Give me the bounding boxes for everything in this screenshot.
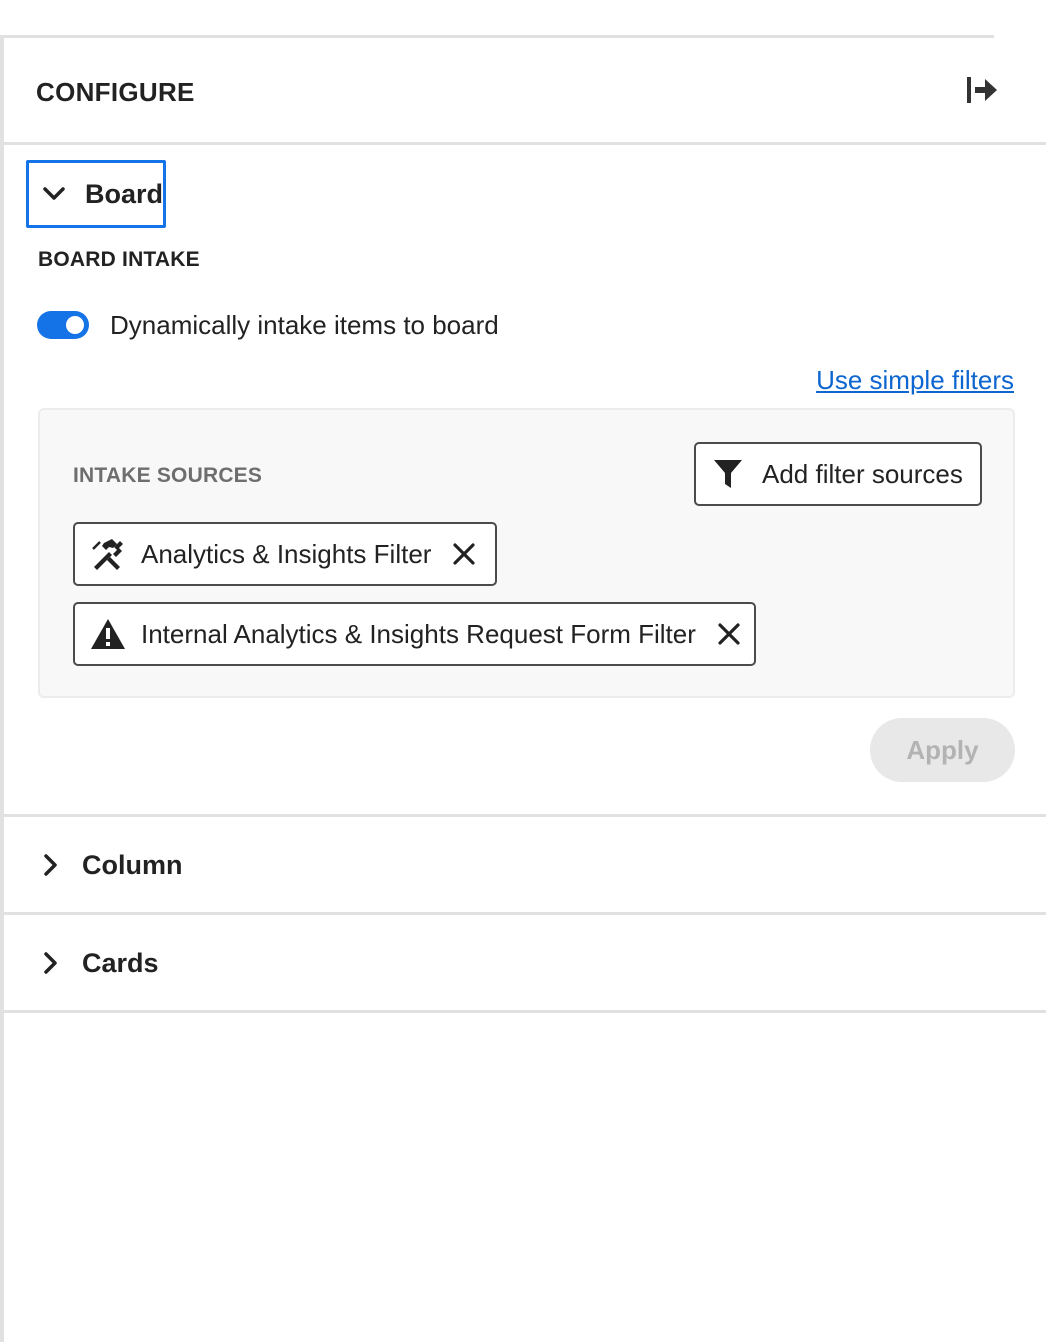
remove-filter-close-icon[interactable] xyxy=(714,619,744,649)
switch-knob xyxy=(66,316,84,334)
panel-header: CONFIGURE xyxy=(4,35,1046,145)
add-filter-sources-label: Add filter sources xyxy=(762,458,963,489)
chevron-right-icon xyxy=(40,950,62,976)
board-section: Board BOARD INTAKE Dynamically intake it… xyxy=(4,145,1046,817)
filter-chip: Analytics & Insights Filter xyxy=(73,522,497,586)
add-filter-sources-button[interactable]: Add filter sources xyxy=(694,442,982,506)
collapse-right-icon xyxy=(965,75,999,110)
chevron-down-icon xyxy=(41,181,67,207)
column-accordion-toggle[interactable]: Column xyxy=(4,817,1046,915)
filter-chip: Internal Analytics & Insights Request Fo… xyxy=(73,602,756,666)
intake-sources-box: INTAKE SOURCES Add filter sources Analyt… xyxy=(38,408,1015,698)
board-accordion-toggle[interactable]: Board xyxy=(26,160,166,228)
chevron-right-icon xyxy=(40,852,62,878)
column-accordion-label: Column xyxy=(82,850,183,880)
funnel-icon xyxy=(712,458,744,490)
dynamic-intake-label: Dynamically intake items to board xyxy=(110,310,499,340)
filter-chip-label: Analytics & Insights Filter xyxy=(141,538,432,569)
cards-accordion-label: Cards xyxy=(82,948,159,978)
cards-accordion-toggle[interactable]: Cards xyxy=(4,915,1046,1013)
board-accordion-label: Board xyxy=(84,178,163,209)
warning-icon xyxy=(89,616,127,652)
remove-filter-close-icon[interactable] xyxy=(449,539,479,569)
filter-chip-label: Internal Analytics & Insights Request Fo… xyxy=(141,618,696,649)
dynamic-intake-switch[interactable] xyxy=(37,311,89,339)
panel-title: CONFIGURE xyxy=(36,77,195,107)
configure-panel: CONFIGURE Board BOARD INTAKE Dynamically… xyxy=(0,35,1046,1342)
intake-sources-heading: INTAKE SOURCES xyxy=(73,464,263,487)
apply-button[interactable]: Apply xyxy=(870,718,1015,782)
board-intake-heading: BOARD INTAKE xyxy=(38,248,200,271)
collapse-panel-button[interactable] xyxy=(962,75,1002,109)
use-simple-filters-link[interactable]: Use simple filters xyxy=(816,365,1014,396)
hammer-wrench-icon xyxy=(89,536,127,572)
